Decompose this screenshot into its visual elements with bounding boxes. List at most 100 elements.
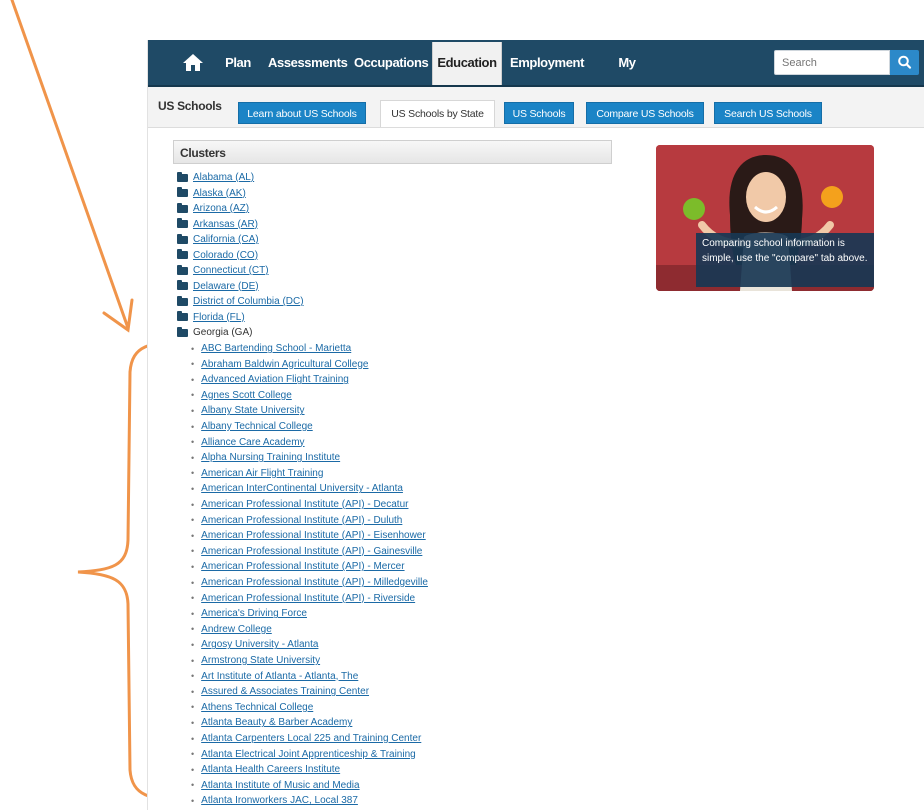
state-item[interactable]: Alaska (AK) bbox=[177, 186, 246, 201]
tab-search-us-schools[interactable]: Search US Schools bbox=[714, 102, 822, 124]
list-item: • Atlanta Beauty & Barber Academy bbox=[191, 715, 352, 730]
home-icon[interactable] bbox=[182, 52, 204, 72]
state-link[interactable]: Alaska (AK) bbox=[193, 188, 246, 199]
bullet-icon: • bbox=[191, 421, 195, 432]
list-item: • Assured & Associates Training Center bbox=[191, 684, 369, 699]
nav-education[interactable]: Education bbox=[432, 42, 502, 85]
school-link[interactable]: American Professional Institute (API) - … bbox=[201, 546, 422, 557]
school-link[interactable]: Abraham Baldwin Agricultural College bbox=[201, 359, 368, 370]
school-link[interactable]: Agnes Scott College bbox=[201, 390, 292, 401]
tab-us-schools-by-state[interactable]: US Schools by State bbox=[380, 100, 495, 127]
list-item: • Albany State University bbox=[191, 403, 305, 418]
state-link[interactable]: District of Columbia (DC) bbox=[193, 296, 304, 307]
school-link[interactable]: ABC Bartending School - Marietta bbox=[201, 343, 351, 354]
school-link[interactable]: American Professional Institute (API) - … bbox=[201, 530, 426, 541]
bullet-icon: • bbox=[191, 561, 195, 572]
bullet-icon: • bbox=[191, 483, 195, 494]
school-link[interactable]: Advanced Aviation Flight Training bbox=[201, 374, 349, 385]
bullet-icon: • bbox=[191, 624, 195, 635]
state-link[interactable]: Delaware (DE) bbox=[193, 281, 259, 292]
state-item[interactable]: District of Columbia (DC) bbox=[177, 294, 304, 309]
school-link[interactable]: American Professional Institute (API) - … bbox=[201, 515, 402, 526]
school-link[interactable]: American Air Flight Training bbox=[201, 468, 323, 479]
school-link[interactable]: Andrew College bbox=[201, 624, 272, 635]
school-link[interactable]: Athens Technical College bbox=[201, 702, 313, 713]
list-item: • Athens Technical College bbox=[191, 700, 313, 715]
bullet-icon: • bbox=[191, 593, 195, 604]
list-item: • Agnes Scott College bbox=[191, 388, 292, 403]
state-link[interactable]: Florida (FL) bbox=[193, 312, 245, 323]
tab-compare-us-schools[interactable]: Compare US Schools bbox=[586, 102, 704, 124]
bullet-icon: • bbox=[191, 671, 195, 682]
list-item: • Atlanta Ironworkers JAC, Local 387 bbox=[191, 793, 358, 808]
school-link[interactable]: Argosy University - Atlanta bbox=[201, 639, 318, 650]
list-item: • Advanced Aviation Flight Training bbox=[191, 372, 349, 387]
school-link[interactable]: Alpha Nursing Training Institute bbox=[201, 452, 340, 463]
nav-assessments[interactable]: Assessments bbox=[268, 40, 348, 85]
school-link[interactable]: American Professional Institute (API) - … bbox=[201, 499, 408, 510]
state-link[interactable]: Alabama (AL) bbox=[193, 172, 254, 183]
school-link[interactable]: American Professional Institute (API) - … bbox=[201, 561, 404, 572]
school-link[interactable]: American Professional Institute (API) - … bbox=[201, 593, 415, 604]
state-item[interactable]: Arkansas (AR) bbox=[177, 217, 258, 232]
list-item: • Art Institute of Atlanta - Atlanta, The bbox=[191, 669, 358, 684]
school-link[interactable]: American InterContinental University - A… bbox=[201, 483, 403, 494]
state-link[interactable]: California (CA) bbox=[193, 234, 259, 245]
bullet-icon: • bbox=[191, 374, 195, 385]
nav-my-portfolio[interactable]: My Portfolio bbox=[593, 40, 661, 115]
tab-learn-about-us-schools[interactable]: Learn about US Schools bbox=[238, 102, 366, 124]
list-item: • Armstrong State University bbox=[191, 653, 320, 668]
list-item: • American Professional Institute (API) -… bbox=[191, 513, 402, 528]
annotation-arrow bbox=[10, 0, 134, 333]
state-link[interactable]: Arkansas (AR) bbox=[193, 219, 258, 230]
nav-employment[interactable]: Employment bbox=[510, 40, 584, 85]
state-link[interactable]: Connecticut (CT) bbox=[193, 265, 269, 276]
school-link[interactable]: Atlanta Institute of Music and Media bbox=[201, 780, 359, 791]
school-link[interactable]: America's Driving Force bbox=[201, 608, 307, 619]
list-item: • Albany Technical College bbox=[191, 419, 313, 434]
bullet-icon: • bbox=[191, 717, 195, 728]
state-link[interactable]: Arizona (AZ) bbox=[193, 203, 249, 214]
state-item[interactable]: Connecticut (CT) bbox=[177, 263, 269, 278]
state-item[interactable]: California (CA) bbox=[177, 232, 259, 247]
list-item: • American InterContinental University - … bbox=[191, 481, 403, 496]
state-item[interactable]: Arizona (AZ) bbox=[177, 201, 249, 216]
school-link[interactable]: Albany Technical College bbox=[201, 421, 313, 432]
search-button[interactable] bbox=[890, 50, 919, 75]
promo-banner: Comparing school information is simple, … bbox=[656, 145, 874, 291]
folder-icon bbox=[177, 202, 188, 213]
state-item[interactable]: Colorado (CO) bbox=[177, 248, 258, 263]
school-link[interactable]: American Professional Institute (API) - … bbox=[201, 577, 428, 588]
tab-us-schools[interactable]: US Schools bbox=[504, 102, 574, 124]
state-item[interactable]: Delaware (DE) bbox=[177, 279, 259, 294]
list-item: • Alliance Care Academy bbox=[191, 435, 305, 450]
nav-occupations[interactable]: Occupations bbox=[354, 40, 429, 85]
school-link[interactable]: Alliance Care Academy bbox=[201, 437, 304, 448]
school-link[interactable]: Armstrong State University bbox=[201, 655, 320, 666]
bullet-icon: • bbox=[191, 780, 195, 791]
state-link[interactable]: Colorado (CO) bbox=[193, 250, 258, 261]
school-link[interactable]: Art Institute of Atlanta - Atlanta, The bbox=[201, 671, 358, 682]
state-item[interactable]: Alabama (AL) bbox=[177, 170, 254, 185]
folder-icon bbox=[177, 264, 188, 275]
promo-caption: Comparing school information is simple, … bbox=[696, 233, 874, 287]
school-link[interactable]: Atlanta Ironworkers JAC, Local 387 bbox=[201, 795, 358, 806]
list-item: • American Air Flight Training bbox=[191, 466, 323, 481]
bullet-icon: • bbox=[191, 515, 195, 526]
school-link[interactable]: Atlanta Carpenters Local 225 and Trainin… bbox=[201, 733, 421, 744]
school-link[interactable]: Atlanta Beauty & Barber Academy bbox=[201, 717, 352, 728]
school-link[interactable]: Atlanta Health Careers Institute bbox=[201, 764, 340, 775]
bullet-icon: • bbox=[191, 499, 195, 510]
list-item: • ABC Bartending School - Marietta bbox=[191, 341, 351, 356]
state-item[interactable]: Georgia (GA) bbox=[177, 325, 252, 340]
school-link[interactable]: Assured & Associates Training Center bbox=[201, 686, 369, 697]
state-label-expanded[interactable]: Georgia (GA) bbox=[193, 327, 252, 338]
state-item[interactable]: Florida (FL) bbox=[177, 310, 245, 325]
search-input[interactable] bbox=[774, 50, 890, 75]
school-link[interactable]: Atlanta Electrical Joint Apprenticeship … bbox=[201, 749, 416, 760]
nav-plan[interactable]: Plan bbox=[224, 40, 252, 85]
bullet-icon: • bbox=[191, 608, 195, 619]
folder-icon bbox=[177, 187, 188, 197]
bullet-icon: • bbox=[191, 795, 195, 806]
school-link[interactable]: Albany State University bbox=[201, 405, 304, 416]
